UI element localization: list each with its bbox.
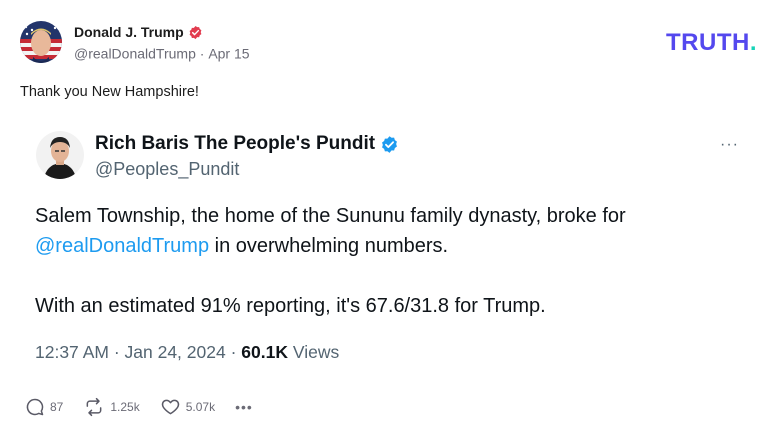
author-handle[interactable]: @realDonaldTrump: [74, 46, 196, 62]
more-icon: •••: [235, 399, 253, 415]
quoted-line-2-rest: in overwhelming numbers.: [209, 235, 449, 257]
quoted-post-meta: 12:37 AM · Jan 24, 2024 · 60.1K Views: [35, 342, 339, 363]
meta-separator: ·: [108, 342, 125, 362]
quoted-line-2: @realDonaldTrump in overwhelming numbers…: [35, 231, 735, 261]
like-count: 5.07k: [185, 400, 216, 414]
logo-text: TRUTH: [666, 29, 750, 56]
quoted-date: Jan 24, 2024: [124, 342, 226, 362]
author-avatar[interactable]: [20, 21, 62, 63]
reply-count: 87: [50, 400, 64, 414]
post-date[interactable]: Apr 15: [208, 46, 249, 62]
quoted-time: 12:37 AM: [35, 342, 109, 362]
views-count: 60.1K: [241, 342, 288, 362]
quoted-post-image[interactable]: Rich Baris The People's Pundit @Peoples_…: [20, 116, 757, 374]
verified-badge-icon: [382, 135, 398, 153]
quoted-author-name: Rich Baris The People's Pundit: [95, 133, 376, 154]
heart-icon: [161, 399, 179, 415]
truth-logo[interactable]: TRUTH.: [666, 29, 757, 57]
reply-button[interactable]: 87: [25, 397, 63, 417]
more-icon: ···: [720, 136, 739, 153]
meta-separator: ·: [199, 45, 205, 62]
repost-icon: [86, 397, 102, 417]
comment-icon: [26, 398, 44, 416]
retruth-button[interactable]: 1.25k: [83, 397, 140, 417]
post-text: Thank you New Hampshire!: [20, 84, 199, 100]
action-bar: 87 1.25k 5.07k •••: [25, 397, 273, 417]
author-name[interactable]: Donald J. Trump: [74, 24, 184, 40]
post-header: Donald J. Trump @realDonaldTrump · Apr 1…: [20, 21, 250, 63]
verified-badge-icon: [189, 25, 202, 39]
quoted-post-text: Salem Township, the home of the Sununu f…: [35, 201, 735, 321]
views-label: Views: [287, 342, 340, 362]
retruth-count: 1.25k: [110, 400, 140, 414]
quoted-line-1: Salem Township, the home of the Sununu f…: [35, 205, 626, 227]
like-button[interactable]: 5.07k: [160, 397, 215, 417]
quoted-line-3: With an estimated 91% reporting, it's 67…: [35, 295, 546, 317]
logo-dot: .: [749, 29, 757, 56]
quoted-author-handle: @Peoples_Pundit: [95, 159, 240, 179]
more-options-button[interactable]: •••: [235, 399, 253, 415]
mention-link: @realDonaldTrump: [35, 235, 210, 257]
quoted-author-avatar: [36, 131, 84, 179]
meta-separator: ·: [225, 342, 242, 362]
